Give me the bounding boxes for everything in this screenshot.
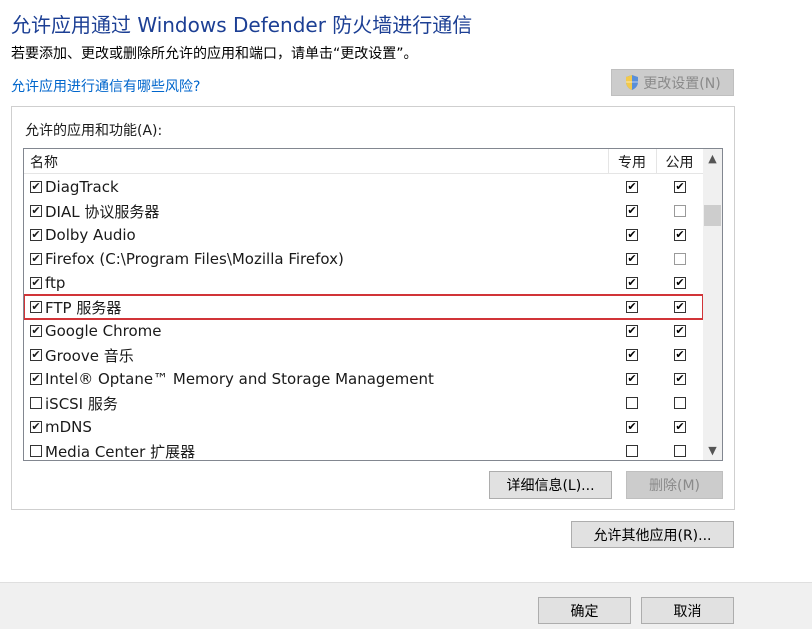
details-button[interactable]: 详细信息(L)... [489, 471, 612, 499]
uac-shield-icon [624, 74, 640, 91]
table-row[interactable]: ✔ mDNS ✔ ✔ [24, 415, 703, 439]
table-row[interactable]: iSCSI 服务 [24, 391, 703, 415]
scroll-down-icon[interactable]: ▼ [703, 441, 722, 460]
private-network-checkbox[interactable]: ✔ [626, 181, 638, 193]
app-enabled-checkbox[interactable]: ✔ [30, 229, 42, 241]
app-name-label: ftp [45, 274, 66, 292]
table-row[interactable]: ✔ Firefox (C:\Program Files\Mozilla Firef… [24, 247, 703, 271]
app-name-cell: ✔ mDNS [30, 415, 92, 439]
public-network-checkbox[interactable]: ✔ [674, 421, 686, 433]
change-settings-label: 更改设置(N) [643, 75, 721, 92]
delete-button[interactable]: 删除(M) [626, 471, 723, 499]
app-enabled-checkbox[interactable]: ✔ [30, 421, 42, 433]
public-network-checkbox[interactable]: ✔ [674, 277, 686, 289]
page-title: 允许应用通过 Windows Defender 防火墙进行通信 [11, 13, 473, 37]
column-header-name[interactable]: 名称 [30, 149, 58, 174]
app-name-label: Google Chrome [45, 322, 162, 340]
private-network-checkbox[interactable]: ✔ [626, 421, 638, 433]
ok-button[interactable]: 确定 [538, 597, 631, 624]
allowed-apps-list[interactable]: 名称 专用 公用 ✔ DiagTrack ✔ ✔ ✔ DIAL 协议服务器 ✔ ✔ Dolby … [23, 148, 723, 461]
app-name-label: Media Center 扩展器 [45, 442, 196, 461]
app-name-cell: ✔ Google Chrome [30, 319, 162, 343]
private-network-checkbox[interactable]: ✔ [626, 349, 638, 361]
public-network-checkbox[interactable]: ✔ [674, 373, 686, 385]
allow-other-app-button[interactable]: 允许其他应用(R)... [571, 521, 734, 548]
list-rows: ✔ DiagTrack ✔ ✔ ✔ DIAL 协议服务器 ✔ ✔ Dolby Audio ✔ ✔ ✔ F… [24, 175, 704, 461]
allowed-apps-group: 允许的应用和功能(A): 名称 专用 公用 ✔ DiagTrack ✔ ✔ ✔ DIAL … [11, 106, 735, 510]
app-name-label: Dolby Audio [45, 226, 136, 244]
app-name-cell: ✔ FTP 服务器 [30, 295, 121, 319]
public-network-checkbox[interactable] [674, 445, 686, 457]
public-network-checkbox[interactable] [674, 253, 686, 265]
table-row[interactable]: ✔ Intel® Optane™ Memory and Storage Manag… [24, 367, 703, 391]
app-enabled-checkbox[interactable] [30, 445, 42, 457]
table-row[interactable]: ✔ Dolby Audio ✔ ✔ [24, 223, 703, 247]
public-network-checkbox[interactable]: ✔ [674, 301, 686, 313]
app-name-cell: ✔ Groove 音乐 [30, 343, 134, 367]
private-network-checkbox[interactable]: ✔ [626, 205, 638, 217]
app-enabled-checkbox[interactable]: ✔ [30, 349, 42, 361]
public-network-checkbox[interactable]: ✔ [674, 181, 686, 193]
page-subtitle: 若要添加、更改或删除所允许的应用和端口，请单击“更改设置”。 [11, 46, 418, 62]
public-network-checkbox[interactable]: ✔ [674, 349, 686, 361]
change-settings-button[interactable]: 更改设置(N) [611, 69, 734, 96]
scroll-up-icon[interactable]: ▲ [703, 149, 722, 168]
private-network-checkbox[interactable] [626, 445, 638, 457]
app-name-label: iSCSI 服务 [45, 394, 118, 413]
table-row[interactable]: ✔ ftp ✔ ✔ [24, 271, 703, 295]
app-enabled-checkbox[interactable]: ✔ [30, 205, 42, 217]
app-name-label: Firefox (C:\Program Files\Mozilla Firefo… [45, 250, 344, 268]
app-enabled-checkbox[interactable]: ✔ [30, 301, 42, 313]
dialog-footer: 确定 取消 [0, 582, 812, 629]
app-enabled-checkbox[interactable]: ✔ [30, 181, 42, 193]
table-row[interactable]: Media Center 扩展器 [24, 439, 703, 461]
app-name-cell: ✔ ftp [30, 271, 65, 295]
public-network-checkbox[interactable] [674, 205, 686, 217]
risk-info-link[interactable]: 允许应用进行通信有哪些风险? [11, 76, 200, 96]
private-network-checkbox[interactable]: ✔ [626, 373, 638, 385]
private-network-checkbox[interactable]: ✔ [626, 301, 638, 313]
table-row[interactable]: ✔ Groove 音乐 ✔ ✔ [24, 343, 703, 367]
allowed-apps-label: 允许的应用和功能(A): [25, 123, 163, 139]
column-header-private[interactable]: 专用 [608, 149, 656, 174]
app-name-label: Intel® Optane™ Memory and Storage Manage… [45, 370, 434, 388]
app-name-cell: ✔ DiagTrack [30, 175, 119, 199]
private-network-checkbox[interactable] [626, 397, 638, 409]
list-header: 名称 专用 公用 [24, 149, 703, 174]
app-name-cell: ✔ Dolby Audio [30, 223, 136, 247]
app-enabled-checkbox[interactable]: ✔ [30, 325, 42, 337]
list-scrollbar[interactable]: ▲ ▼ [703, 149, 722, 460]
app-enabled-checkbox[interactable]: ✔ [30, 373, 42, 385]
table-row[interactable]: ✔ Google Chrome ✔ ✔ [24, 319, 703, 343]
private-network-checkbox[interactable]: ✔ [626, 229, 638, 241]
app-name-label: FTP 服务器 [45, 298, 122, 317]
table-row[interactable]: ✔ FTP 服务器 ✔ ✔ [24, 294, 704, 320]
app-enabled-checkbox[interactable]: ✔ [30, 253, 42, 265]
column-header-public[interactable]: 公用 [656, 149, 703, 174]
app-enabled-checkbox[interactable]: ✔ [30, 277, 42, 289]
app-name-cell: ✔ DIAL 协议服务器 [30, 199, 159, 223]
app-name-cell: ✔ Firefox (C:\Program Files\Mozilla Firef… [30, 247, 344, 271]
cancel-button[interactable]: 取消 [641, 597, 734, 624]
app-name-label: DiagTrack [45, 178, 119, 196]
scroll-thumb[interactable] [704, 205, 721, 226]
public-network-checkbox[interactable]: ✔ [674, 229, 686, 241]
private-network-checkbox[interactable]: ✔ [626, 325, 638, 337]
table-row[interactable]: ✔ DiagTrack ✔ ✔ [24, 175, 703, 199]
private-network-checkbox[interactable]: ✔ [626, 277, 638, 289]
app-name-cell: iSCSI 服务 [30, 391, 118, 415]
public-network-checkbox[interactable]: ✔ [674, 325, 686, 337]
app-name-label: DIAL 协议服务器 [45, 202, 160, 221]
private-network-checkbox[interactable]: ✔ [626, 253, 638, 265]
app-name-label: Groove 音乐 [45, 346, 134, 365]
app-enabled-checkbox[interactable] [30, 397, 42, 409]
app-name-cell: Media Center 扩展器 [30, 439, 196, 461]
app-name-cell: ✔ Intel® Optane™ Memory and Storage Manag… [30, 367, 434, 391]
public-network-checkbox[interactable] [674, 397, 686, 409]
table-row[interactable]: ✔ DIAL 协议服务器 ✔ [24, 199, 703, 223]
app-name-label: mDNS [45, 418, 92, 436]
